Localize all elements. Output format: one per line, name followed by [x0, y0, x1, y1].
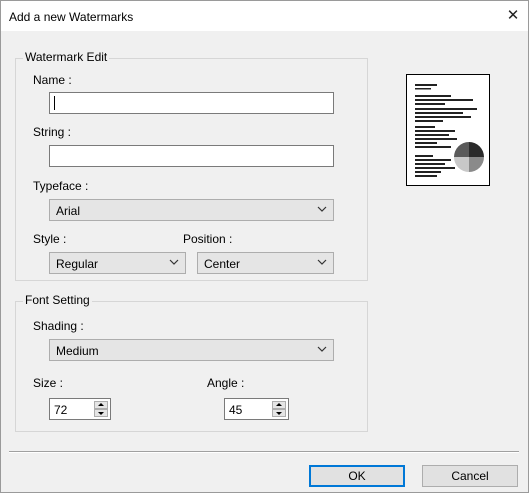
chevron-down-icon — [317, 259, 327, 265]
position-value: Center — [204, 257, 241, 271]
title-bar: Add a new Watermarks ✕ — [1, 1, 528, 31]
chevron-down-icon — [169, 259, 179, 265]
size-stepper[interactable]: 72 — [49, 398, 111, 420]
size-label: Size : — [33, 376, 64, 390]
spin-down-icon[interactable] — [272, 409, 286, 417]
ok-button[interactable]: OK — [309, 465, 405, 487]
shading-select[interactable]: Medium — [49, 339, 334, 361]
footer-separator — [9, 451, 519, 453]
dialog-title: Add a new Watermarks — [9, 10, 134, 24]
close-icon[interactable]: ✕ — [502, 5, 524, 27]
angle-stepper[interactable]: 45 — [224, 398, 289, 420]
chevron-down-icon — [317, 206, 327, 212]
dialog-window: Add a new Watermarks ✕ Watermark Edit Na… — [0, 0, 529, 493]
spin-up-icon[interactable] — [272, 401, 286, 409]
watermark-preview — [406, 74, 490, 186]
shading-label: Shading : — [33, 319, 84, 333]
spin-up-icon[interactable] — [94, 401, 108, 409]
cancel-button[interactable]: Cancel — [422, 465, 518, 487]
style-label: Style : — [33, 232, 67, 246]
string-label: String : — [33, 125, 72, 139]
size-value: 72 — [54, 403, 68, 417]
angle-label: Angle : — [207, 376, 245, 390]
shading-value: Medium — [56, 344, 99, 358]
text-caret — [54, 96, 55, 110]
position-label: Position : — [183, 232, 233, 246]
font-setting-group-label: Font Setting — [23, 293, 92, 307]
name-label: Name : — [33, 73, 72, 87]
name-input[interactable] — [49, 92, 334, 114]
style-value: Regular — [56, 257, 99, 271]
style-select[interactable]: Regular — [49, 252, 186, 274]
watermark-edit-group-label: Watermark Edit — [23, 50, 110, 64]
spin-down-icon[interactable] — [94, 409, 108, 417]
position-select[interactable]: Center — [197, 252, 334, 274]
typeface-label: Typeface : — [33, 179, 89, 193]
pie-graphic — [454, 142, 484, 172]
typeface-select[interactable]: Arial — [49, 199, 334, 221]
typeface-value: Arial — [56, 204, 81, 218]
angle-value: 45 — [229, 403, 243, 417]
page-preview-image — [415, 84, 484, 177]
chevron-down-icon — [317, 346, 327, 352]
string-input[interactable] — [49, 145, 334, 167]
